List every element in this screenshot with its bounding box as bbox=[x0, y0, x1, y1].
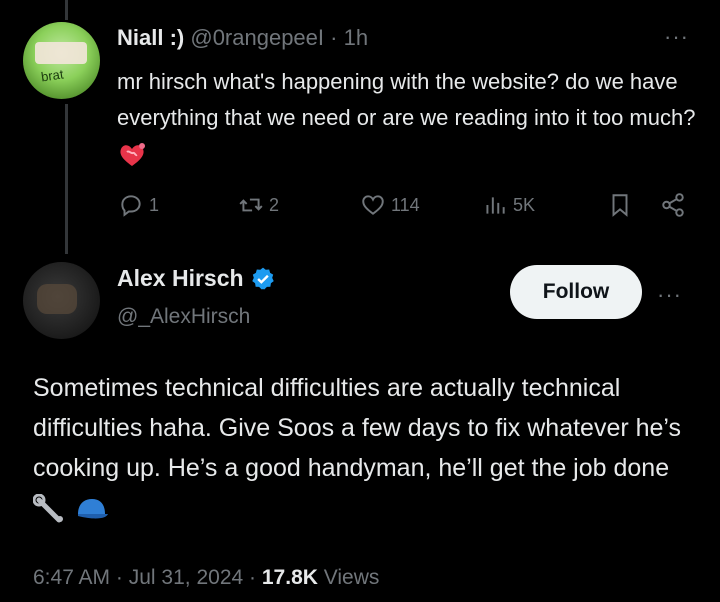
bookmark-button[interactable] bbox=[607, 192, 638, 218]
meta-separator: · bbox=[249, 566, 257, 589]
blue-cap-emoji bbox=[77, 499, 108, 519]
tweet2-views-label: Views bbox=[323, 566, 380, 589]
tweet2-handle[interactable]: @_AlexHirsch bbox=[117, 305, 250, 329]
tweet2-body: Sometimes technical difficulties are act… bbox=[33, 368, 703, 528]
views-chart-icon bbox=[486, 197, 505, 214]
tweet2-text: Sometimes technical difficulties are act… bbox=[33, 374, 682, 482]
tweet2-display-name[interactable]: Alex Hirsch bbox=[117, 265, 244, 292]
tweet2-views-count: 17.8K bbox=[261, 566, 318, 589]
like-button[interactable]: 114 bbox=[360, 192, 420, 218]
follow-button[interactable]: Follow bbox=[510, 265, 642, 319]
heart-icon bbox=[362, 195, 384, 215]
tweet1-header: Niall :) @0rangepeeI · 1h bbox=[117, 25, 368, 51]
repost-icon bbox=[239, 198, 263, 212]
tweet2-display-name-row: Alex Hirsch bbox=[117, 265, 276, 292]
tweet1-body: mr hirsch what's happening with the webs… bbox=[117, 64, 697, 172]
tweet1-handle[interactable]: @0rangepeeI bbox=[190, 25, 324, 50]
avatar-photo-detail bbox=[35, 42, 87, 64]
verified-badge-icon bbox=[251, 267, 274, 289]
share-button[interactable] bbox=[660, 192, 691, 218]
tweet1-time[interactable]: 1h bbox=[344, 25, 368, 50]
reply-icon bbox=[121, 195, 141, 217]
reply-count: 1 bbox=[149, 194, 160, 215]
tweet1-display-name[interactable]: Niall :) bbox=[117, 25, 184, 50]
tweet1-separator: · bbox=[330, 25, 338, 50]
tweet2-date[interactable]: Jul 31, 2024 bbox=[129, 566, 243, 589]
wrench-emoji bbox=[33, 494, 63, 523]
avatar-niall[interactable]: brat bbox=[23, 22, 100, 99]
thread-line-top bbox=[65, 0, 68, 20]
share-icon bbox=[662, 193, 684, 217]
heart-on-fire-emoji bbox=[120, 143, 145, 167]
like-count: 114 bbox=[391, 194, 420, 215]
avatar-photo-detail bbox=[37, 284, 77, 314]
thread-line-connector bbox=[65, 104, 68, 254]
avatar-brat-text: brat bbox=[40, 66, 65, 85]
tweet2-meta: 6:47 AM · Jul 31, 2024 · 17.8K Views bbox=[33, 566, 379, 590]
avatar-alex-hirsch[interactable] bbox=[23, 262, 100, 339]
tweet2-more-button[interactable]: ··· bbox=[657, 282, 682, 308]
tweet2-time[interactable]: 6:47 AM bbox=[33, 566, 110, 589]
tweet1-more-button[interactable]: ··· bbox=[664, 24, 689, 50]
reply-button[interactable]: 1 bbox=[118, 192, 159, 218]
bookmark-icon bbox=[612, 194, 628, 217]
meta-separator: · bbox=[115, 566, 123, 589]
tweet1-text: mr hirsch what's happening with the webs… bbox=[117, 69, 696, 130]
repost-button[interactable]: 2 bbox=[238, 192, 279, 218]
views-count: 5K bbox=[513, 194, 536, 215]
views-button[interactable]: 5K bbox=[482, 192, 535, 218]
repost-count: 2 bbox=[269, 194, 280, 215]
